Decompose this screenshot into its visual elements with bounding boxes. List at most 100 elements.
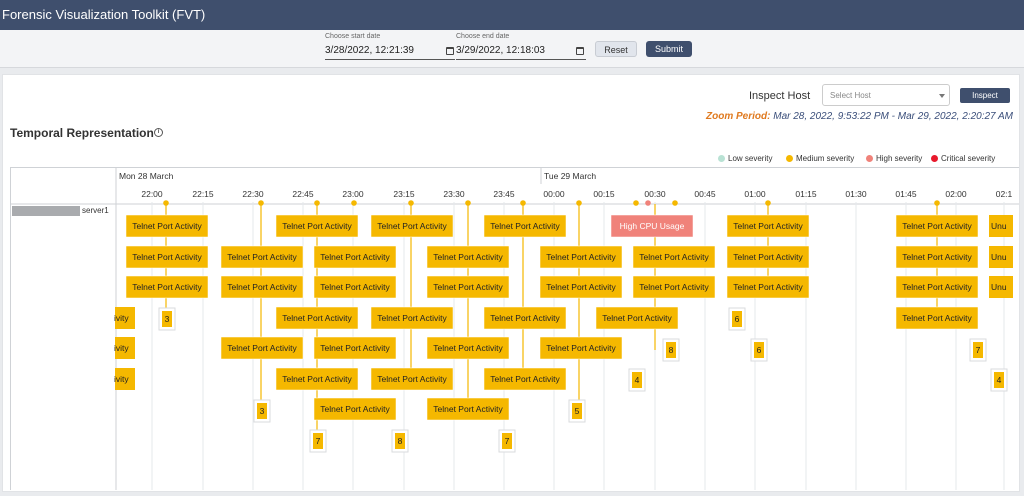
event-label: Telnet Port Activity <box>433 404 503 414</box>
calendar-icon[interactable] <box>446 47 454 55</box>
legend-dot-icon <box>931 155 938 162</box>
event-label: Telnet Port Activity <box>320 404 390 414</box>
event-label: Telnet Port Activity <box>546 343 616 353</box>
event-dot <box>258 200 264 206</box>
event-label: Telnet Port Activity <box>320 252 390 262</box>
event-label: Telnet Port Activity <box>227 252 297 262</box>
section-title: Temporal Representation <box>10 126 154 140</box>
tick-label: 22:30 <box>242 189 264 199</box>
event-label: Telnet Port Activity <box>227 282 297 292</box>
event-label: Telnet Port Activity <box>132 252 202 262</box>
event-label: Telnet Port Activity <box>733 252 803 262</box>
reset-button[interactable]: Reset <box>595 41 637 57</box>
event-label: Telnet Port Activity <box>132 221 202 231</box>
event-label: Telnet Port Activity <box>639 282 709 292</box>
tick-label: 22:45 <box>292 189 314 199</box>
tick-label: 02:00 <box>945 189 967 199</box>
count-label: 8 <box>398 436 403 446</box>
count-label: 8 <box>669 345 674 355</box>
count-label: 4 <box>635 375 640 385</box>
event-label: Telnet Port Activity <box>377 313 447 323</box>
legend-label: Critical severity <box>941 154 996 163</box>
tick-label: 22:15 <box>192 189 214 199</box>
count-label: 4 <box>997 375 1002 385</box>
legend-dot-icon <box>786 155 793 162</box>
event-label: Telnet Port Activity <box>490 374 560 384</box>
app-title: Forensic Visualization Toolkit (FVT) <box>2 7 206 22</box>
event-label: Telnet Port Activity <box>227 343 297 353</box>
legend-label: High severity <box>876 154 923 163</box>
count-label: 3 <box>165 314 170 324</box>
tick-label: 00:00 <box>543 189 565 199</box>
host-select[interactable]: Select Host <box>822 84 950 106</box>
event-dot <box>163 200 169 206</box>
legend-dot-icon <box>718 155 725 162</box>
event-label-partial: ivity <box>114 343 129 353</box>
host-name: server1 <box>82 206 109 215</box>
legend-item-high: High severity <box>866 154 922 163</box>
event-dot <box>934 200 940 206</box>
tick-label: 02:1 <box>996 189 1013 199</box>
legend-label: Medium severity <box>796 154 855 163</box>
event-dot <box>672 200 678 206</box>
event-dot <box>576 200 582 206</box>
event-dot <box>408 200 414 206</box>
event-label-partial: Unu <box>991 282 1007 292</box>
event-label: Telnet Port Activity <box>282 374 352 384</box>
event-label: Telnet Port Activity <box>377 374 447 384</box>
event-label: Telnet Port Activity <box>546 282 616 292</box>
tick-label: 22:00 <box>141 189 163 199</box>
event-label: Telnet Port Activity <box>639 252 709 262</box>
event-label: Telnet Port Activity <box>490 313 560 323</box>
tick-label: 00:45 <box>694 189 716 199</box>
event-label: Telnet Port Activity <box>733 221 803 231</box>
tick-label: 01:45 <box>895 189 917 199</box>
submit-button[interactable]: Submit <box>646 41 692 57</box>
event-label: Telnet Port Activity <box>433 252 503 262</box>
event-label: Telnet Port Activity <box>902 221 972 231</box>
count-label: 6 <box>757 345 762 355</box>
tick-label: 00:15 <box>593 189 615 199</box>
tick-label: 23:30 <box>443 189 465 199</box>
timeline-chart[interactable]: Mon 28 March Tue 29 March 22:00 22:15 22:30 2… <box>10 167 1019 490</box>
event-label: Telnet Port Activity <box>132 282 202 292</box>
event-dot <box>351 200 357 206</box>
event-label: Telnet Port Activity <box>902 252 972 262</box>
info-icon[interactable]: i <box>154 128 163 137</box>
count-label: 6 <box>735 314 740 324</box>
tick-label: 01:15 <box>795 189 817 199</box>
event-label-partial: Unu <box>991 252 1007 262</box>
zoom-period-label: Zoom Period: <box>706 111 771 122</box>
tick-label: 23:15 <box>393 189 415 199</box>
start-date-underline <box>325 59 455 60</box>
event-label-partial: ivity <box>114 374 129 384</box>
event-dot <box>314 200 320 206</box>
legend-item-low: Low severity <box>718 154 772 163</box>
event-label: Telnet Port Activity <box>377 221 447 231</box>
event-label: Telnet Port Activity <box>320 343 390 353</box>
count-label: 5 <box>575 406 580 416</box>
chevron-down-icon <box>939 94 945 98</box>
calendar-icon[interactable] <box>576 47 584 55</box>
event-label: Telnet Port Activity <box>433 282 503 292</box>
event-label: Telnet Port Activity <box>433 343 503 353</box>
event-label-partial: ivity <box>114 313 129 323</box>
count-label: 7 <box>316 436 321 446</box>
event-dot <box>765 200 771 206</box>
start-date-value[interactable]: 3/28/2022, 12:21:39 <box>325 45 414 56</box>
event-label: Telnet Port Activity <box>733 282 803 292</box>
event-label: Telnet Port Activity <box>902 313 972 323</box>
event-label: Telnet Port Activity <box>282 313 352 323</box>
inspect-button[interactable]: Inspect <box>960 88 1010 103</box>
tick-label: 01:30 <box>845 189 867 199</box>
event-label: Telnet Port Activity <box>546 252 616 262</box>
zoom-period-value: Mar 28, 2022, 9:53:22 PM - Mar 29, 2022,… <box>773 111 1013 122</box>
host-name-redacted-bar <box>12 206 80 216</box>
end-date-value[interactable]: 3/29/2022, 12:18:03 <box>456 45 545 56</box>
legend-dot-icon <box>866 155 873 162</box>
zoom-period: Zoom Period: Mar 28, 2022, 9:53:22 PM - … <box>706 111 1013 122</box>
event-label-partial: Unu <box>991 221 1007 231</box>
event-label: Telnet Port Activity <box>602 313 672 323</box>
tick-label: 00:30 <box>644 189 666 199</box>
start-date-label: Choose start date <box>325 33 381 40</box>
